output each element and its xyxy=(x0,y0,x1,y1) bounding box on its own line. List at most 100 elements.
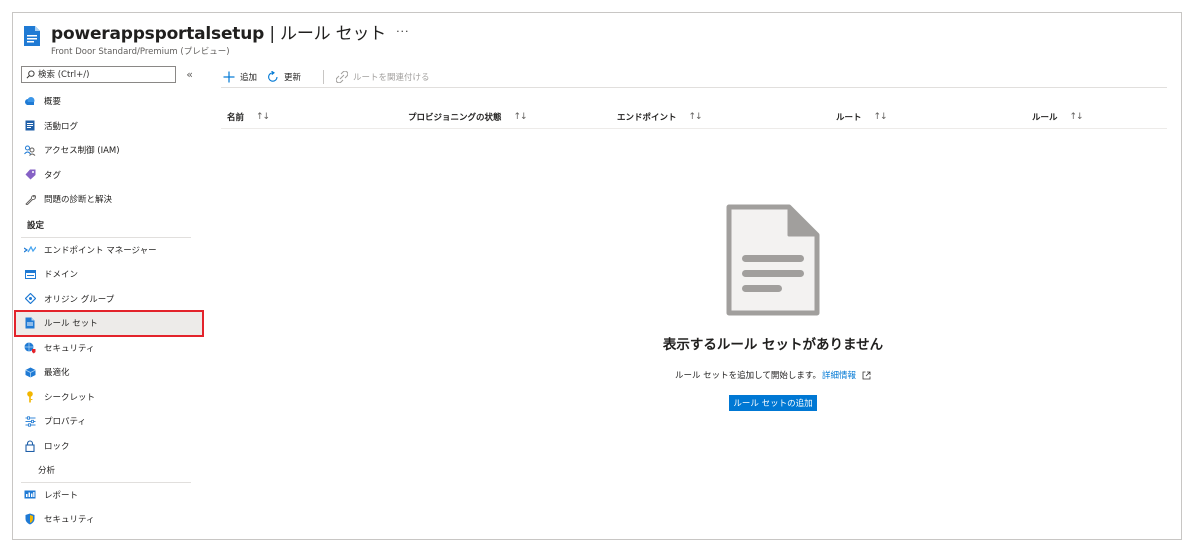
sidebar-item-endpoint-manager[interactable]: エンドポイント マネージャー xyxy=(21,238,193,263)
search-input[interactable]: 検索 (Ctrl+/) xyxy=(21,65,177,83)
blade-frame: powerappsportalsetup | ルール セット ··· Front… xyxy=(12,12,1182,540)
sidebar-item-optimization[interactable]: 最適化 xyxy=(21,360,193,385)
sidebar-item-origin-groups[interactable]: オリジン グループ xyxy=(21,287,193,312)
sidebar-item-overview[interactable]: 概要 xyxy=(21,89,193,114)
empty-state-title: 表示するルール セットがありません xyxy=(662,337,884,353)
sort-icon: ↑↓ xyxy=(513,112,528,122)
sidebar-item-label: レポート xyxy=(44,490,79,501)
collapse-sidebar-button[interactable]: « xyxy=(186,68,193,81)
key-icon xyxy=(24,390,36,403)
refresh-icon xyxy=(267,71,279,83)
page-title-page: ルール セット xyxy=(280,24,387,44)
activity-log-icon xyxy=(24,120,36,132)
empty-state-text: ルール セットを追加して開始します。 xyxy=(674,371,822,381)
page-title-resource: powerappsportalsetup xyxy=(51,24,265,44)
people-icon xyxy=(24,144,36,156)
column-header-label: プロビジョニングの状態 xyxy=(408,113,502,123)
empty-document-icon xyxy=(726,204,820,316)
column-header-rules[interactable]: ルール ↑↓ xyxy=(1032,105,1084,129)
cloud-icon xyxy=(24,95,36,107)
sidebar-item-label: ルール セット xyxy=(44,319,98,330)
sidebar-item-security[interactable]: セキュリティ xyxy=(21,336,193,361)
command-bar-divider xyxy=(221,87,1167,88)
search-icon xyxy=(26,69,35,78)
sort-icon: ↑↓ xyxy=(873,112,888,122)
column-header-label: 名前 xyxy=(227,113,245,123)
refresh-button[interactable]: 更新 xyxy=(267,71,301,83)
associate-route-button[interactable]: ルートを関連付ける xyxy=(336,71,430,83)
command-bar: 追加 更新 ルートを関連付ける xyxy=(223,67,440,87)
column-header-label: エンドポイント xyxy=(617,113,677,123)
page-title: powerappsportalsetup | ルール セット xyxy=(51,19,386,44)
sidebar-item-secrets[interactable]: シークレット xyxy=(21,385,193,410)
table-header: 名前 ↑↓ プロビジョニングの状態 ↑↓ エンドポイント ↑↓ ルート ↑↓ ル… xyxy=(221,105,1167,129)
refresh-button-label: 更新 xyxy=(284,73,302,83)
sidebar-item-label: セキュリティ xyxy=(44,343,95,354)
plus-icon xyxy=(223,71,235,83)
analytics-section-header: 分析 xyxy=(21,458,191,483)
report-icon xyxy=(24,489,36,501)
sidebar-item-label: セキュリティ xyxy=(44,515,95,526)
empty-state: 表示するルール セットがありません ルール セットを追加して開始します。 詳細情… xyxy=(573,203,973,411)
sidebar-item-locks[interactable]: ロック xyxy=(21,434,193,459)
sidebar-item-label: プロパティ xyxy=(44,417,86,428)
add-rule-set-button[interactable]: ルール セットの追加 xyxy=(729,395,817,411)
cube-icon xyxy=(24,366,36,378)
settings-section-header: 設定 xyxy=(21,214,191,238)
sort-icon: ↑↓ xyxy=(1069,112,1084,122)
page-subtitle: Front Door Standard/Premium (プレビュー) xyxy=(51,47,230,57)
column-header-route[interactable]: ルート ↑↓ xyxy=(836,105,888,129)
sidebar-item-tags[interactable]: タグ xyxy=(21,163,193,188)
add-button[interactable]: 追加 xyxy=(223,71,257,83)
toolbar-divider xyxy=(323,70,325,84)
sort-icon: ↑↓ xyxy=(256,112,270,122)
sidebar-item-label: タグ xyxy=(44,170,62,181)
column-header-provisioning-state[interactable]: プロビジョニングの状態 ↑↓ xyxy=(408,105,528,129)
sidebar-item-label: オリジン グループ xyxy=(44,294,115,305)
endpoint-icon xyxy=(24,244,36,256)
column-header-name[interactable]: 名前 ↑↓ xyxy=(227,105,270,129)
sidebar-item-label: ロック xyxy=(44,441,70,452)
sidebar-item-iam[interactable]: アクセス制御 (IAM) xyxy=(21,138,193,163)
sidebar-item-reports[interactable]: レポート xyxy=(21,483,193,508)
sidebar-item-label: エンドポイント マネージャー xyxy=(44,245,157,256)
sidebar-item-label: ドメイン xyxy=(44,270,79,281)
external-link-icon xyxy=(862,371,871,380)
empty-state-description: ルール セットを追加して開始します。 詳細情報 xyxy=(675,369,871,381)
add-button-label: 追加 xyxy=(240,73,258,83)
more-options-button[interactable]: ··· xyxy=(396,25,410,38)
sidebar-item-label: アクセス制御 (IAM) xyxy=(44,146,120,157)
sidebar-item-security-report[interactable]: セキュリティ xyxy=(21,507,193,532)
column-header-endpoint[interactable]: エンドポイント ↑↓ xyxy=(617,105,703,129)
sidebar-item-diagnose[interactable]: 問題の診断と解決 xyxy=(21,187,193,212)
sidebar: 検索 (Ctrl+/) « 概要 活動ログ アクセス制御 (IAM) タグ 問題… xyxy=(14,65,204,532)
document-icon xyxy=(24,26,40,46)
analytics-section-label: 分析 xyxy=(38,465,56,476)
origin-icon xyxy=(24,293,36,305)
sidebar-item-label: 概要 xyxy=(44,97,62,108)
sidebar-item-label: 活動ログ xyxy=(44,121,79,132)
sidebar-item-activity-log[interactable]: 活動ログ xyxy=(21,114,193,139)
sidebar-item-label: シークレット xyxy=(44,392,96,403)
shield-icon xyxy=(24,513,36,525)
link-icon xyxy=(336,71,349,83)
search-placeholder: 検索 (Ctrl+/) xyxy=(38,70,90,80)
domain-icon xyxy=(24,268,36,280)
sidebar-item-properties[interactable]: プロパティ xyxy=(21,409,193,434)
sort-icon: ↑↓ xyxy=(688,112,703,122)
sliders-icon xyxy=(24,415,36,427)
blade-header: powerappsportalsetup | ルール セット ··· Front… xyxy=(23,19,410,59)
column-header-label: ルール xyxy=(1032,113,1058,123)
sidebar-item-rule-sets[interactable]: ルール セット xyxy=(14,310,204,337)
tag-icon xyxy=(24,169,36,181)
wrench-icon xyxy=(24,193,36,205)
page-title-separator: | xyxy=(264,24,281,44)
ruleset-icon xyxy=(24,317,36,329)
lock-icon xyxy=(24,440,36,452)
column-header-label: ルート xyxy=(836,113,862,123)
learn-more-link[interactable]: 詳細情報 xyxy=(822,369,856,381)
sidebar-item-label: 問題の診断と解決 xyxy=(44,195,113,206)
sidebar-item-label: 最適化 xyxy=(44,368,70,379)
sidebar-item-domains[interactable]: ドメイン xyxy=(21,262,193,287)
security-globe-icon xyxy=(24,342,36,354)
